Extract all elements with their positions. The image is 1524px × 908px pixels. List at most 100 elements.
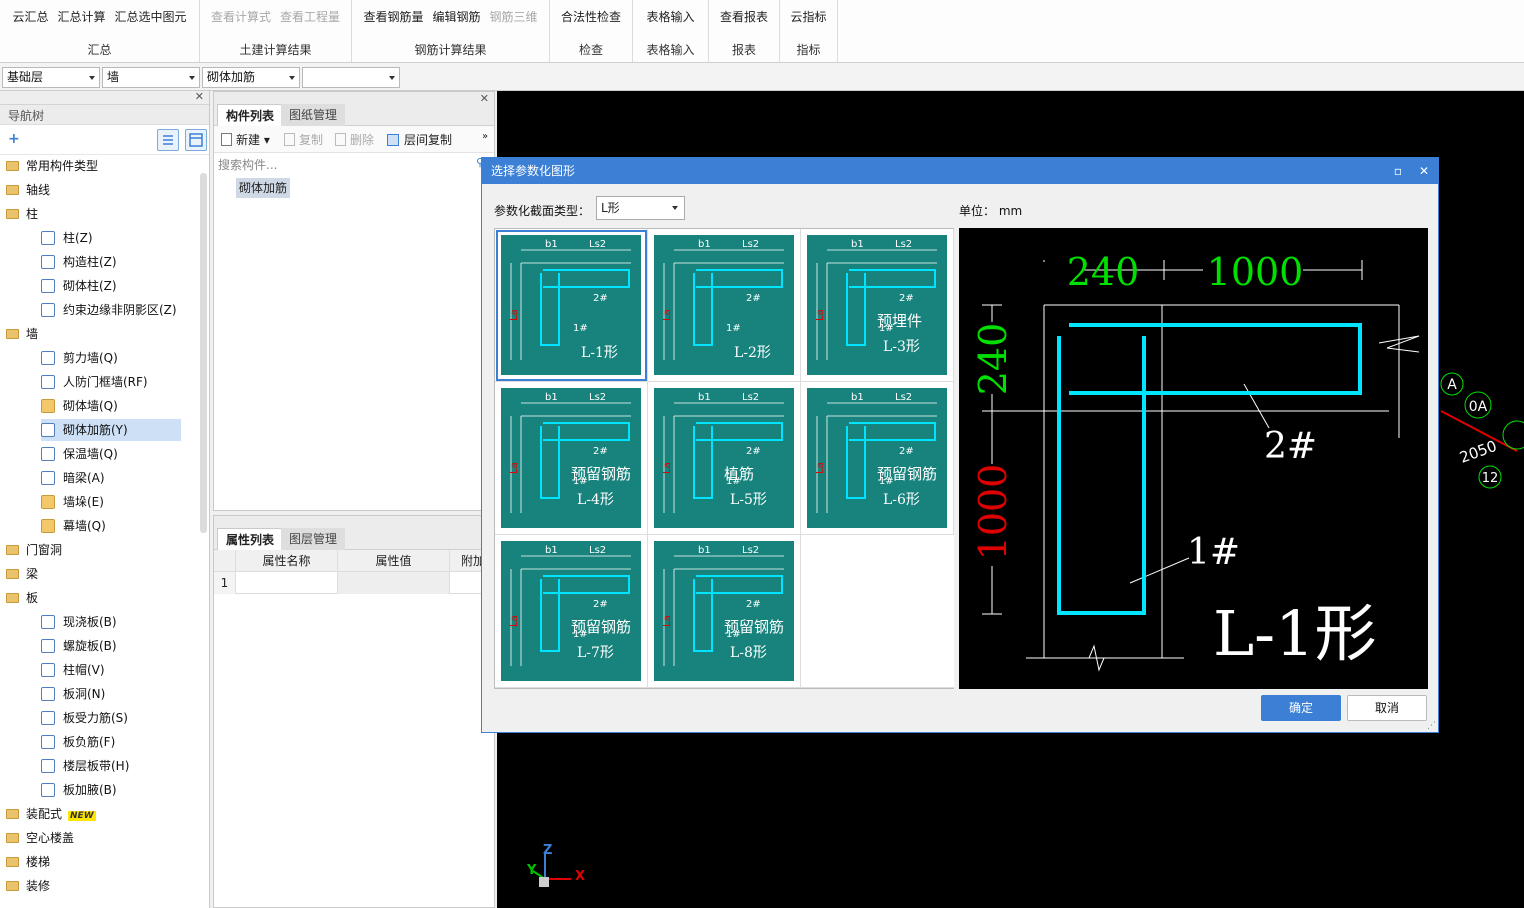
nav-tree-panel: ✕ 导航树 + 常用构件类型 轴线柱柱(Z) 构造柱(Z) 砌体柱(Z) 约束边缘非阴影… bbox=[0, 90, 210, 908]
nav-item-label: 空心楼盖 bbox=[26, 831, 75, 845]
nav-folder[interactable]: 常用构件类型 bbox=[6, 155, 98, 177]
ribbon-group-table: 表格输入 表格输入 bbox=[633, 0, 709, 62]
extra-select[interactable] bbox=[302, 67, 400, 88]
view-formula-button[interactable]: 查看计算式 bbox=[211, 8, 271, 25]
table-input-button[interactable]: 表格输入 bbox=[646, 8, 694, 25]
nav-folder[interactable]: 装配式 NEW bbox=[6, 803, 96, 825]
nav-item[interactable]: 砌体墙(Q) bbox=[41, 395, 118, 417]
nav-item[interactable]: 楼层板带(H) bbox=[41, 755, 129, 777]
component-search-input[interactable]: 搜索构件... bbox=[216, 155, 492, 175]
table-row[interactable]: 1 bbox=[214, 572, 496, 594]
nav-item[interactable]: 板加腋(B) bbox=[41, 779, 117, 801]
nav-item[interactable]: 板受力筋(S) bbox=[41, 707, 128, 729]
component-icon bbox=[41, 687, 55, 701]
nav-folder[interactable]: 空心楼盖 bbox=[6, 827, 74, 849]
axis-x-label: X bbox=[575, 869, 586, 884]
summary-calc-button[interactable]: 汇总计算 bbox=[57, 8, 105, 25]
shape-option[interactable]: b1 Ls2 2# 1# La L-1形 bbox=[495, 229, 648, 382]
summary-selected-button[interactable]: 汇总选中图元 bbox=[115, 8, 187, 25]
copy-button[interactable]: 复制 bbox=[284, 131, 323, 148]
ok-button[interactable]: 确定 bbox=[1261, 695, 1341, 721]
more-icon[interactable]: » bbox=[482, 131, 488, 142]
property-value-cell[interactable] bbox=[338, 572, 450, 594]
close-icon[interactable]: ✕ bbox=[1419, 158, 1429, 184]
shape-option[interactable]: b1 Ls2 2# 1# La 植筋 L-5形 bbox=[648, 382, 801, 535]
nav-item[interactable]: 板洞(N) bbox=[41, 683, 105, 705]
nav-item[interactable]: 幕墙(Q) bbox=[41, 515, 106, 537]
list-view-icon[interactable] bbox=[157, 129, 179, 151]
thumb-label-bar2: 2# bbox=[746, 446, 761, 457]
nav-item[interactable]: 板负筋(F) bbox=[41, 731, 115, 753]
nav-scrollbar[interactable] bbox=[200, 173, 207, 533]
new-button[interactable]: 新建 ▾ bbox=[221, 131, 270, 148]
nav-item[interactable]: 砌体柱(Z) bbox=[41, 275, 117, 297]
nav-item[interactable]: 保温墙(Q) bbox=[41, 443, 118, 465]
nav-item-label: 柱(Z) bbox=[63, 231, 93, 245]
cloud-index-button[interactable]: 云指标 bbox=[790, 8, 826, 25]
ribbon-group-index: 云指标 指标 bbox=[780, 0, 838, 62]
nav-folder[interactable]: 柱 bbox=[6, 203, 38, 225]
nav-item[interactable]: 现浇板(B) bbox=[41, 611, 117, 633]
component-select[interactable]: 砌体加筋 bbox=[202, 67, 300, 88]
nav-item[interactable]: 暗梁(A) bbox=[41, 467, 105, 489]
nav-item[interactable]: 柱(Z) bbox=[41, 227, 93, 249]
shape-option[interactable]: b1 Ls2 2# 1# La 预留钢筋 L-4形 bbox=[495, 382, 648, 535]
category-select[interactable]: 墙 bbox=[102, 67, 200, 88]
cloud-summary-button[interactable]: 云汇总 bbox=[12, 8, 48, 25]
shape-option[interactable]: b1 Ls2 2# 1# La 预留钢筋 L-6形 bbox=[801, 382, 954, 535]
tab-layer-management[interactable]: 图层管理 bbox=[281, 528, 346, 550]
property-name-cell[interactable] bbox=[236, 572, 338, 594]
nav-item[interactable]: 砌体加筋(Y) bbox=[41, 419, 181, 441]
shape-option[interactable]: b1 Ls2 2# 1# La 预埋件 L-3形 bbox=[801, 229, 954, 382]
cancel-button[interactable]: 取消 bbox=[1347, 695, 1427, 721]
thumb-label-la: La bbox=[509, 309, 520, 321]
nav-header: 导航树 bbox=[0, 105, 209, 125]
floor-select[interactable]: 基础层 bbox=[2, 67, 100, 88]
shape-option[interactable]: b1 Ls2 2# 1# La 预留钢筋 L-7形 bbox=[495, 535, 648, 688]
view-rebar-button[interactable]: 查看钢筋量 bbox=[363, 8, 423, 25]
shape-option[interactable]: b1 Ls2 2# 1# La 预留钢筋 L-8形 bbox=[648, 535, 801, 688]
edit-rebar-button[interactable]: 编辑钢筋 bbox=[432, 8, 480, 25]
property-tabs: 属性列表 图层管理 bbox=[214, 516, 494, 550]
tab-drawing-management[interactable]: 图纸管理 bbox=[281, 104, 346, 126]
component-item[interactable]: 砌体加筋 bbox=[236, 178, 291, 198]
shape-name-label: L-8形 bbox=[730, 645, 767, 661]
section-type-select[interactable]: L形 bbox=[596, 196, 685, 220]
nav-folder[interactable]: 装修 bbox=[6, 875, 50, 897]
nav-folder[interactable]: 板 bbox=[6, 587, 38, 609]
resize-grip-icon[interactable]: ⋰ bbox=[1427, 721, 1436, 731]
tab-property-list[interactable]: 属性列表 bbox=[217, 528, 284, 550]
view-quantity-button[interactable]: 查看工程量 bbox=[280, 8, 340, 25]
nav-item[interactable]: 人防门框墙(RF) bbox=[41, 371, 148, 393]
component-icon bbox=[41, 735, 55, 749]
close-icon[interactable]: ✕ bbox=[480, 92, 489, 105]
nav-folder[interactable]: 轴线 bbox=[6, 179, 50, 201]
close-icon[interactable]: ✕ bbox=[195, 90, 204, 103]
ribbon-group-label: 报表 bbox=[731, 43, 756, 57]
shape-extra-label: 预埋件 bbox=[877, 312, 923, 330]
ribbon-group-label: 土建计算结果 bbox=[239, 43, 312, 57]
shape-option[interactable]: b1 Ls2 2# 1# La L-2形 bbox=[648, 229, 801, 382]
rebar-3d-button[interactable]: 钢筋三维 bbox=[490, 8, 538, 25]
add-icon[interactable]: + bbox=[8, 131, 20, 147]
nav-item[interactable]: 柱帽(V) bbox=[41, 659, 105, 681]
thumb-label-ls2: Ls2 bbox=[895, 392, 912, 403]
nav-item-label: 板 bbox=[26, 591, 39, 605]
nav-folder[interactable]: 墙 bbox=[6, 323, 38, 345]
tab-component-list[interactable]: 构件列表 bbox=[217, 104, 284, 126]
nav-folder[interactable]: 门窗洞 bbox=[6, 539, 62, 561]
ribbon-group-label: 表格输入 bbox=[646, 43, 695, 57]
nav-item[interactable]: 构造柱(Z) bbox=[41, 251, 117, 273]
nav-item[interactable]: 剪力墙(Q) bbox=[41, 347, 118, 369]
nav-folder[interactable]: 梁 bbox=[6, 563, 38, 585]
nav-folder[interactable]: 楼梯 bbox=[6, 851, 50, 873]
nav-item[interactable]: 螺旋板(B) bbox=[41, 635, 117, 657]
nav-item[interactable]: 约束边缘非阴影区(Z) bbox=[41, 299, 177, 321]
maximize-icon[interactable]: ▫ bbox=[1394, 158, 1402, 184]
validity-check-button[interactable]: 合法性检查 bbox=[561, 8, 621, 25]
grid-view-icon[interactable] bbox=[185, 129, 207, 151]
nav-item[interactable]: 墙垛(E) bbox=[41, 491, 104, 513]
floor-copy-button[interactable]: 层间复制 bbox=[387, 131, 452, 148]
delete-button[interactable]: 删除 bbox=[335, 131, 374, 148]
view-report-button[interactable]: 查看报表 bbox=[720, 8, 768, 25]
